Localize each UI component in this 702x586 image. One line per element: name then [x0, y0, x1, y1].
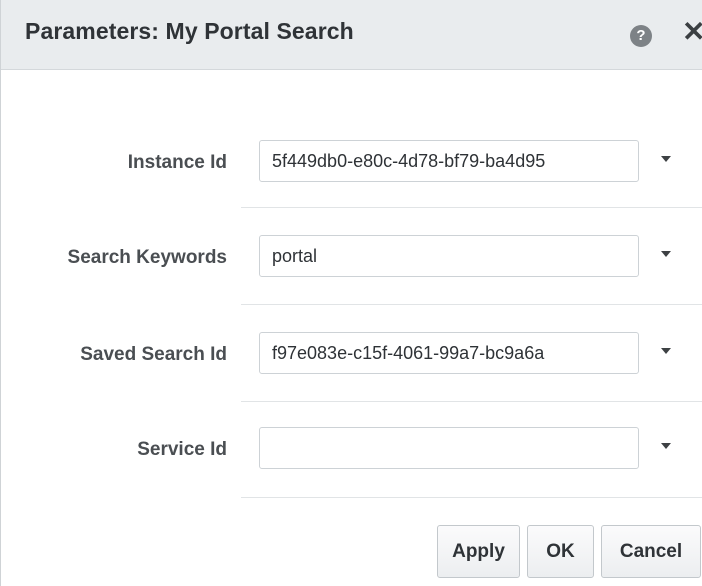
param-label-saved-search-id: Saved Search Id: [80, 344, 227, 365]
param-row-service-id: Service Id: [1, 427, 702, 471]
cancel-button[interactable]: Cancel: [601, 525, 701, 578]
param-row-saved-search-id: Saved Search Id: [1, 332, 702, 376]
saved-search-id-input[interactable]: [259, 332, 639, 374]
row-divider: [241, 304, 702, 305]
param-label-service-id: Service Id: [137, 439, 227, 460]
param-label-instance-id: Instance Id: [127, 152, 227, 173]
param-row-instance-id: Instance Id: [1, 140, 702, 184]
row-divider: [241, 497, 702, 498]
row-divider: [241, 207, 702, 208]
parameters-dialog: Parameters: My Portal Search ? ✕ Instanc…: [0, 0, 702, 586]
close-icon[interactable]: ✕: [682, 17, 702, 47]
instance-id-input[interactable]: [259, 140, 639, 182]
param-row-search-keywords: Search Keywords: [1, 235, 702, 279]
search-keywords-input[interactable]: [259, 235, 639, 277]
dialog-titlebar: Parameters: My Portal Search ? ✕: [1, 0, 702, 70]
apply-button[interactable]: Apply: [437, 525, 520, 578]
param-label-search-keywords: Search Keywords: [67, 247, 227, 268]
chevron-down-icon[interactable]: [661, 156, 671, 162]
service-id-input[interactable]: [259, 427, 639, 469]
chevron-down-icon[interactable]: [661, 348, 671, 354]
ok-button[interactable]: OK: [527, 525, 594, 578]
chevron-down-icon[interactable]: [661, 251, 671, 257]
row-divider: [241, 401, 702, 402]
chevron-down-icon[interactable]: [661, 443, 671, 449]
help-icon[interactable]: ?: [630, 25, 652, 47]
dialog-title: Parameters: My Portal Search: [25, 18, 354, 44]
